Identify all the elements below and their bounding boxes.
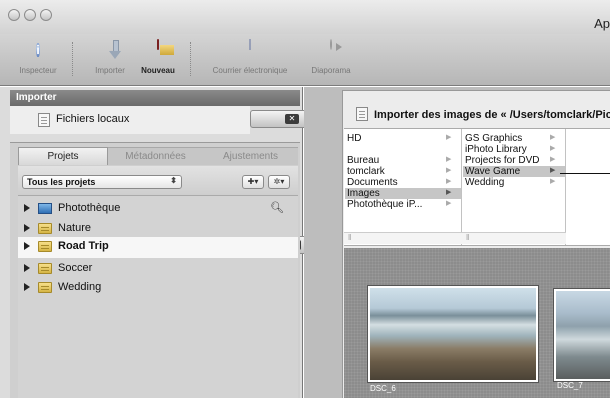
- import-button[interactable]: Importer: [88, 40, 132, 75]
- new-project-icon: [157, 39, 159, 50]
- chevron-right-icon: ▶: [446, 167, 452, 174]
- action-menu-button[interactable]: ✲▾: [268, 175, 290, 189]
- document-icon: [356, 107, 368, 121]
- chevron-right-icon: ▶: [550, 178, 556, 185]
- local-files-label: Fichiers locaux: [56, 113, 130, 125]
- importer-header: Importer: [10, 90, 300, 106]
- column-resize-handle[interactable]: ‖: [344, 232, 462, 244]
- list-item-label: Soccer: [58, 262, 93, 274]
- zoom-window-button[interactable]: [40, 9, 52, 21]
- chevron-right-icon: ▶: [550, 167, 556, 174]
- disclosure-triangle-icon[interactable]: [24, 242, 30, 250]
- chevron-right-icon: ▶: [550, 145, 556, 152]
- library-icon: [38, 203, 52, 214]
- document-icon: [38, 113, 50, 127]
- browser-item[interactable]: Bureau: [347, 155, 459, 166]
- browser-item[interactable]: Photothèque iP...: [347, 199, 447, 210]
- chevron-right-icon: ▶: [446, 178, 452, 185]
- title-bar: [0, 0, 610, 34]
- folder-icon: [38, 263, 52, 274]
- callout-pointer-line: [560, 173, 610, 174]
- new-label: Nouveau: [141, 66, 175, 75]
- import-panel-title: Importer des images de « /Users/tomclark…: [374, 109, 610, 121]
- chevron-right-icon: ▶: [446, 156, 452, 163]
- browser-item-selected[interactable]: Images: [345, 188, 461, 199]
- disclosure-triangle-icon[interactable]: [24, 224, 30, 232]
- thumbnail-caption: DSC_7: [557, 381, 583, 390]
- gear-icon: ✲▾: [273, 177, 285, 186]
- close-window-button[interactable]: [8, 9, 20, 21]
- slideshow-button[interactable]: Diaporama: [304, 39, 358, 75]
- toolbar-separator: [190, 42, 191, 76]
- email-button[interactable]: Courrier électronique: [200, 39, 300, 75]
- image-thumbnail[interactable]: [368, 286, 538, 382]
- folder-icon: [38, 223, 52, 234]
- email-label: Courrier électronique: [212, 66, 288, 75]
- list-item-label: Wedding: [58, 281, 102, 293]
- list-item-label: Road Trip: [58, 240, 109, 252]
- close-badge-icon: ✕: [285, 114, 299, 124]
- disclosure-triangle-icon[interactable]: [24, 264, 30, 272]
- chevron-right-icon: ▶: [446, 134, 452, 141]
- browser-item[interactable]: iPhoto Library: [465, 144, 563, 155]
- add-project-button[interactable]: ✚▾: [242, 175, 264, 189]
- list-item-label: Photothèque: [58, 202, 121, 214]
- browser-item[interactable]: Projects for DVD: [465, 155, 563, 166]
- info-icon: i: [36, 43, 40, 57]
- project-filter-select[interactable]: Tous les projets ⬍: [22, 175, 182, 189]
- tab-adjustments[interactable]: Ajustements: [203, 147, 298, 165]
- list-item[interactable]: Wedding: [18, 278, 298, 298]
- chevron-right-icon: ▶: [550, 134, 556, 141]
- list-item-label: Nature: [58, 222, 92, 234]
- list-item[interactable]: Photothèque 🔍︎: [18, 199, 298, 219]
- list-item[interactable]: Soccer: [18, 259, 298, 279]
- disclosure-triangle-icon[interactable]: [24, 283, 30, 291]
- search-icon[interactable]: 🔍︎: [270, 201, 284, 214]
- chevron-right-icon: ▶: [446, 200, 452, 207]
- inspector-button[interactable]: i Inspecteur: [8, 40, 68, 75]
- inspector-label: Inspecteur: [19, 66, 57, 75]
- folder-icon: [38, 282, 52, 293]
- tab-projects[interactable]: Projets: [18, 147, 108, 165]
- window-title: Ap: [594, 16, 610, 31]
- disclosure-triangle-icon[interactable]: [24, 204, 30, 212]
- project-filter-value: Tous les projets: [27, 177, 96, 187]
- chevron-right-icon: ▶: [446, 189, 452, 196]
- tab-metadata[interactable]: Métadonnées: [108, 147, 203, 165]
- image-thumbnail[interactable]: [554, 289, 610, 381]
- slideshow-label: Diaporama: [311, 66, 351, 75]
- browser-item[interactable]: Documents: [347, 177, 459, 188]
- chevron-right-icon: ▶: [550, 156, 556, 163]
- play-icon: [330, 39, 332, 50]
- browser-item[interactable]: GS Graphics: [465, 133, 563, 144]
- toolbar-separator: [72, 42, 73, 76]
- folder-icon: [38, 241, 52, 252]
- new-button[interactable]: Nouveau: [136, 39, 180, 75]
- email-icon: [249, 39, 251, 50]
- import-label: Importer: [95, 66, 125, 75]
- column-resize-handle[interactable]: ‖: [462, 232, 566, 244]
- list-item[interactable]: Road Trip: [18, 237, 298, 258]
- browser-item[interactable]: tomclark: [347, 166, 459, 177]
- minimize-window-button[interactable]: [24, 9, 36, 21]
- browser-item[interactable]: HD: [347, 133, 459, 144]
- list-item[interactable]: Nature: [18, 219, 298, 239]
- plus-icon: ✚▾: [247, 177, 259, 186]
- toolbar: i Inspecteur Importer Nouveau Courrier é…: [0, 34, 610, 86]
- popup-arrows-icon: ⬍: [170, 176, 177, 185]
- thumbnail-caption: DSC_6: [370, 384, 396, 393]
- browser-item[interactable]: Wedding: [465, 177, 563, 188]
